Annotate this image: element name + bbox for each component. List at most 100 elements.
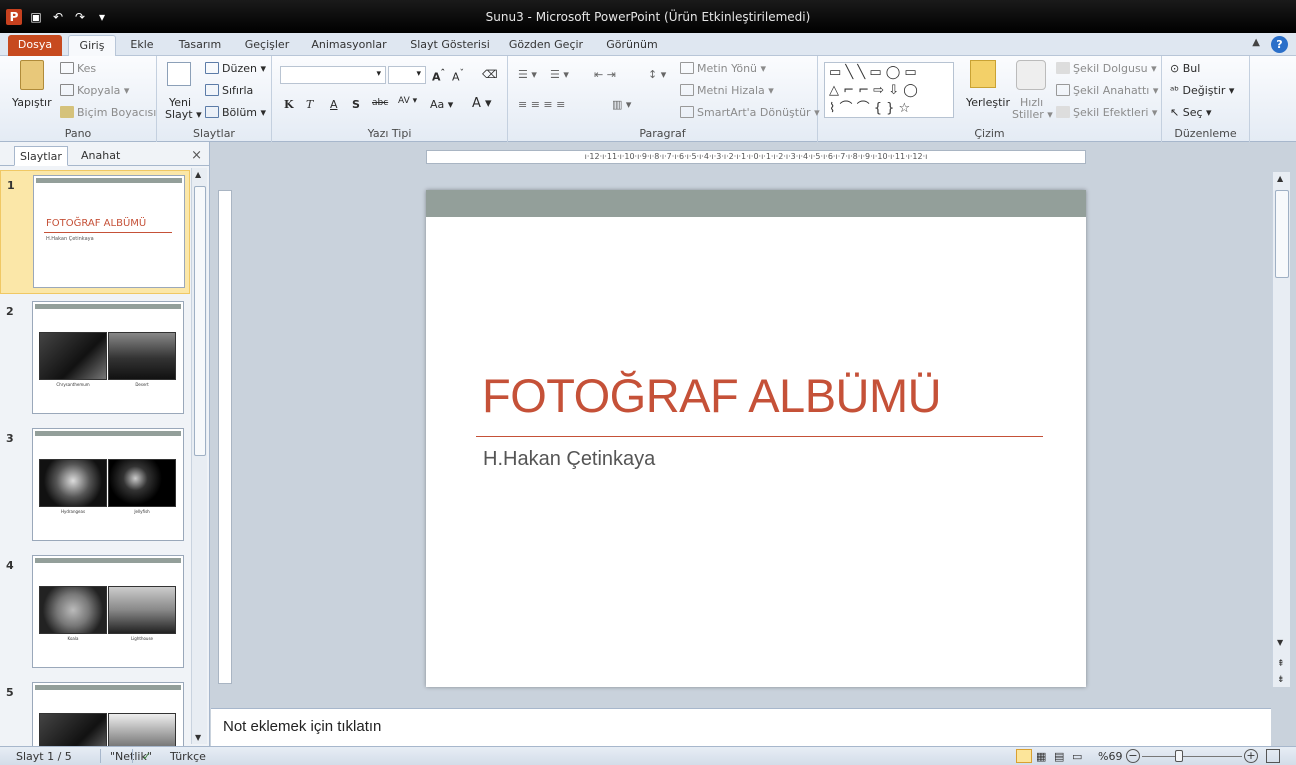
tab-slides[interactable]: Slaytlar bbox=[14, 146, 68, 166]
layout-button[interactable]: Düzen ▾ bbox=[205, 62, 266, 75]
tab-view[interactable]: Görünüm bbox=[598, 35, 666, 56]
shape-effects-button[interactable]: Şekil Efektleri ▾ bbox=[1056, 106, 1157, 119]
font-size-combo[interactable]: ▾ bbox=[388, 66, 426, 84]
arrange-icon[interactable] bbox=[970, 60, 996, 88]
indent-icons[interactable]: ⇤ ⇥ bbox=[594, 68, 616, 81]
previous-slide-icon[interactable]: ⇞ bbox=[1277, 659, 1285, 669]
strikethrough-button[interactable]: abc bbox=[372, 98, 388, 108]
next-slide-icon[interactable]: ⇟ bbox=[1277, 675, 1285, 685]
clear-format-icon[interactable]: ⌫ bbox=[482, 68, 498, 81]
copy-button[interactable]: Kopyala ▾ bbox=[60, 84, 129, 97]
notes-pane[interactable]: Not eklemek için tıklatın bbox=[211, 708, 1271, 746]
title-bar: P ▣ ↶ ↷ ▾ Sunu3 - Microsoft PowerPoint (… bbox=[0, 0, 1296, 33]
panel-scrollbar[interactable]: ▲ ▼ bbox=[191, 168, 207, 744]
line-spacing-icon[interactable]: ↕ ▾ bbox=[648, 68, 666, 81]
quick-styles-icon[interactable] bbox=[1016, 60, 1046, 90]
select-button[interactable]: ↖ Seç ▾ bbox=[1170, 106, 1212, 119]
slide-thumb-2[interactable]: 2 Chrysanthemum Desert bbox=[0, 297, 190, 421]
slide-sorter-icon[interactable]: ▦ bbox=[1036, 750, 1046, 763]
close-panel-icon[interactable]: × bbox=[191, 148, 202, 163]
tab-transitions[interactable]: Geçişler bbox=[240, 35, 294, 56]
tab-insert[interactable]: Ekle bbox=[122, 35, 162, 56]
slide-thumbnail[interactable]: Koala Lighthouse bbox=[32, 555, 184, 668]
shrink-font-button[interactable]: Aˇ bbox=[452, 68, 464, 84]
tab-review[interactable]: Gözden Geçir bbox=[506, 35, 586, 56]
slide-thumbnail[interactable]: Hydrangeas Jellyfish bbox=[32, 428, 184, 541]
new-slide-label-2[interactable]: Slayt ▾ bbox=[165, 108, 202, 121]
section-button[interactable]: Bölüm ▾ bbox=[205, 106, 266, 119]
slide-thumbnail[interactable]: FOTOĞRAF ALBÜMÜ H.Hakan Çetinkaya bbox=[33, 175, 185, 288]
underline-button[interactable]: A bbox=[330, 98, 338, 111]
paste-button[interactable]: Yapıştır bbox=[12, 96, 52, 109]
notes-placeholder[interactable]: Not eklemek için tıklatın bbox=[223, 718, 381, 735]
font-color-button[interactable]: A ▾ bbox=[472, 96, 492, 111]
slide-canvas[interactable]: FOTOĞRAF ALBÜMÜ H.Hakan Çetinkaya bbox=[426, 190, 1086, 687]
paste-icon[interactable] bbox=[20, 60, 44, 90]
fit-to-window-icon[interactable] bbox=[1266, 749, 1280, 763]
slide-subtitle[interactable]: H.Hakan Çetinkaya bbox=[483, 448, 655, 471]
scroll-down-icon[interactable]: ▼ bbox=[1277, 638, 1283, 647]
panel-scroll-thumb[interactable] bbox=[194, 186, 206, 456]
slide-title[interactable]: FOTOĞRAF ALBÜMÜ bbox=[482, 368, 942, 423]
slide-thumb-5[interactable]: 5 bbox=[0, 678, 190, 746]
align-icons[interactable]: ≡ ≡ ≡ ≡ bbox=[518, 98, 565, 111]
format-painter-button[interactable]: Biçim Boyacısı bbox=[60, 106, 156, 119]
scroll-up-icon[interactable]: ▲ bbox=[1277, 174, 1283, 183]
slideshow-icon[interactable]: ▭ bbox=[1072, 750, 1082, 763]
columns-icon[interactable]: ▥ ▾ bbox=[612, 98, 631, 111]
arrange-button[interactable]: Yerleştir bbox=[966, 96, 1010, 109]
font-name-combo[interactable]: ▾ bbox=[280, 66, 386, 84]
cut-button[interactable]: Kes bbox=[60, 62, 96, 75]
quick-styles-label-2[interactable]: Stiller ▾ bbox=[1012, 108, 1053, 121]
slide-scroll-thumb[interactable] bbox=[1275, 190, 1289, 278]
replace-button[interactable]: ᵃᵇ Değiştir ▾ bbox=[1170, 84, 1234, 97]
vertical-ruler[interactable] bbox=[218, 190, 232, 684]
minimize-ribbon-icon[interactable]: ▲ bbox=[1252, 37, 1260, 48]
reset-button[interactable]: Sıfırla bbox=[205, 84, 253, 97]
zoom-in-icon[interactable]: + bbox=[1244, 749, 1258, 763]
slide-thumb-4[interactable]: 4 Koala Lighthouse bbox=[0, 551, 190, 675]
zoom-out-icon[interactable]: − bbox=[1126, 749, 1140, 763]
spellcheck-icon[interactable]: ✓ bbox=[142, 750, 151, 763]
slide-thumbnail[interactable] bbox=[32, 682, 184, 746]
tab-outline[interactable]: Anahat bbox=[76, 146, 125, 166]
zoom-slider-knob[interactable] bbox=[1175, 750, 1183, 762]
tab-home[interactable]: Giriş bbox=[68, 35, 116, 56]
smartart-button[interactable]: SmartArt'a Dönüştür ▾ bbox=[680, 106, 820, 119]
help-icon[interactable]: ? bbox=[1271, 36, 1288, 53]
align-text-button[interactable]: Metni Hizala ▾ bbox=[680, 84, 774, 97]
shape-outline-button[interactable]: Şekil Anahattı ▾ bbox=[1056, 84, 1158, 97]
slide-thumb-3[interactable]: 3 Hydrangeas Jellyfish bbox=[0, 424, 190, 548]
new-slide-icon[interactable] bbox=[167, 62, 191, 86]
scroll-up-icon[interactable]: ▲ bbox=[195, 170, 201, 179]
grow-font-button[interactable]: Aˆ bbox=[432, 68, 445, 84]
italic-button[interactable]: T bbox=[306, 98, 313, 111]
thumb-header-bar bbox=[35, 431, 181, 436]
tab-animations[interactable]: Animasyonlar bbox=[306, 35, 392, 56]
shapes-gallery[interactable]: ▭ ╲ ╲ ▭ ◯ ▭ △ ⌐ ⌐ ⇨ ⇩ ◯ ⌇ ⌒ ⌒ { } ☆ bbox=[824, 62, 954, 118]
numbering-icon[interactable]: ☰ ▾ bbox=[550, 68, 569, 81]
tab-file[interactable]: Dosya bbox=[8, 35, 62, 56]
reading-view-icon[interactable]: ▤ bbox=[1054, 750, 1064, 763]
find-button[interactable]: ⊙ Bul bbox=[1170, 62, 1200, 75]
layout-icon bbox=[205, 62, 219, 74]
slide-thumbnail[interactable]: Chrysanthemum Desert bbox=[32, 301, 184, 414]
slide-thumb-1[interactable]: 1 FOTOĞRAF ALBÜMÜ H.Hakan Çetinkaya bbox=[0, 170, 190, 294]
bullets-icon[interactable]: ☰ ▾ bbox=[518, 68, 537, 81]
change-case-button[interactable]: Aa ▾ bbox=[430, 98, 453, 111]
shape-fill-button[interactable]: Şekil Dolgusu ▾ bbox=[1056, 62, 1157, 75]
shadow-button[interactable]: S bbox=[352, 98, 360, 111]
zoom-level[interactable]: %69 bbox=[1098, 750, 1122, 763]
char-spacing-button[interactable]: AV ▾ bbox=[398, 96, 417, 106]
slide-scrollbar[interactable]: ▲ ▼ ⇞ ⇟ bbox=[1272, 172, 1290, 687]
tab-slideshow[interactable]: Slayt Gösterisi bbox=[404, 35, 496, 56]
normal-view-icon[interactable] bbox=[1016, 749, 1032, 763]
tab-design[interactable]: Tasarım bbox=[172, 35, 228, 56]
horizontal-ruler[interactable]: ı·12·ı·11·ı·10·ı·9·ı·8·ı·7·ı·6·ı·5·ı·4·ı… bbox=[426, 150, 1086, 164]
text-direction-button[interactable]: Metin Yönü ▾ bbox=[680, 62, 766, 75]
bold-button[interactable]: K bbox=[284, 98, 294, 111]
zoom-slider[interactable] bbox=[1142, 756, 1242, 757]
language-indicator[interactable]: Türkçe bbox=[170, 750, 206, 763]
scroll-down-icon[interactable]: ▼ bbox=[195, 733, 201, 742]
text-direction-icon bbox=[680, 62, 694, 74]
